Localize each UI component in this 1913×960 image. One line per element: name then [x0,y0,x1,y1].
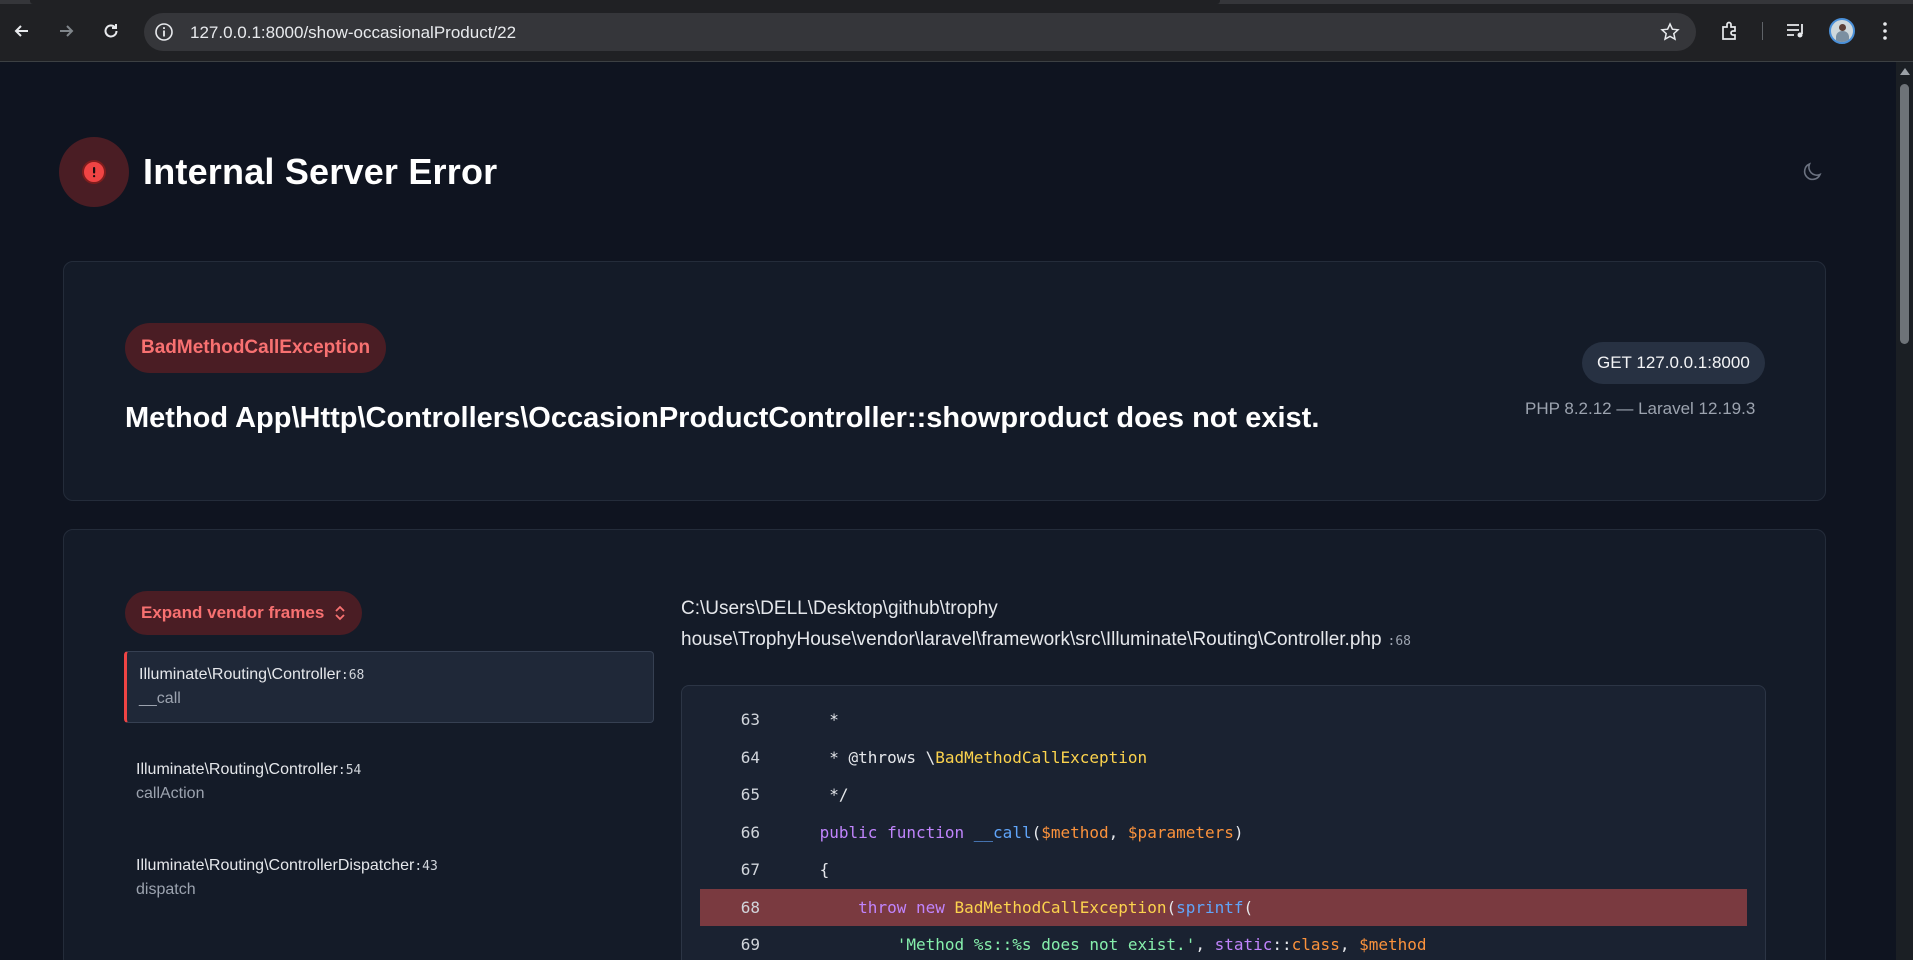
code-line: 67 { [700,851,1747,889]
exception-card: BadMethodCallException Method App\Http\C… [63,261,1826,501]
code-text: public function __call($method, $paramet… [819,822,1244,842]
file-path: C:\Users\DELL\Desktop\github\trophy hous… [681,593,1681,657]
error-header: Internal Server Error [59,137,497,207]
expand-vendor-frames-button[interactable]: Expand vendor frames [125,591,363,635]
code-text: * @throws \BadMethodCallException [810,747,1148,767]
code-text: 'Method %s::%s does not exist.', static:… [896,935,1427,955]
stack-frame[interactable]: Illuminate\Routing\Controller:68 __call [124,651,654,723]
line-number: 64 [740,747,760,767]
frame-line: :54 [337,763,362,778]
forward-button[interactable] [52,17,80,45]
line-number: 67 [740,860,760,880]
page-scrollbar[interactable] [1896,62,1913,960]
version-info: PHP 8.2.12 — Laravel 12.19.3 [1525,399,1756,418]
back-button[interactable] [8,17,36,45]
scrollbar-thumb[interactable] [1900,84,1909,344]
file-line-number: :68 [1387,634,1412,649]
code-snippet: 63 * 64 * @throws \BadMethodCallExceptio… [681,685,1766,960]
code-line: 63 * [700,701,1747,739]
frame-function: callAction [136,785,205,802]
exception-message: Method App\Http\Controllers\OccasionProd… [125,402,1320,434]
line-number: 66 [740,822,760,842]
frame-function: __call [139,690,181,707]
arrow-right-icon [60,25,74,37]
file-path-text: C:\Users\DELL\Desktop\github\trophy hous… [681,598,1382,650]
extensions-icon[interactable] [1718,19,1742,43]
media-control-icon[interactable] [1784,19,1808,43]
error-page: Internal Server Error BadMethodCallExcep… [0,62,1896,960]
code-line-highlighted: 68 throw new BadMethodCallException(spri… [700,888,1747,926]
exception-class-badge: BadMethodCallException [125,323,387,373]
frame-function: dispatch [136,881,196,898]
request-badge: GET 127.0.0.1:8000 [1582,342,1765,384]
address-bar[interactable]: 127.0.0.1:8000/show-occasionalProduct/22 [144,13,1696,51]
arrow-left-icon [14,25,28,37]
stack-frame[interactable]: Illuminate\Routing\Controller:54 callAct… [124,747,654,819]
error-icon-wrapper [59,137,129,207]
stack-trace-card: Expand vendor frames Illuminate\Routing\… [63,529,1826,960]
line-number: 68 [740,897,760,917]
stack-frame[interactable]: Illuminate\Routing\ControllerDispatcher:… [124,843,654,915]
site-info-icon[interactable] [154,22,174,42]
bookmark-star-icon[interactable] [1660,22,1680,42]
page-title: Internal Server Error [143,151,498,192]
code-text: throw new BadMethodCallException(sprintf… [858,897,1254,917]
code-line: 69 'Method %s::%s does not exist.', stat… [700,926,1747,960]
browser-toolbar: 127.0.0.1:8000/show-occasionalProduct/22 [0,0,1913,62]
code-text: { [810,860,830,880]
reload-icon [104,24,118,38]
code-line: 66 public function __call($method, $para… [700,814,1747,852]
chevron-up-down-icon [335,605,345,621]
toolbar-divider [1762,22,1763,40]
code-line: 64 * @throws \BadMethodCallException [700,739,1747,777]
code-text: * [810,710,839,730]
reload-button[interactable] [97,17,125,45]
line-number: 63 [740,710,760,730]
expand-vendor-frames-label: Expand vendor frames [141,603,325,622]
moon-icon[interactable] [1800,160,1824,184]
profile-avatar[interactable] [1829,18,1855,44]
scroll-up-arrow[interactable] [1900,68,1910,75]
more-menu-icon[interactable] [1873,19,1897,43]
frame-class: Illuminate\Routing\ControllerDispatcher [136,857,415,874]
tab-strip [0,0,1913,4]
line-number: 69 [740,935,760,955]
frame-line: :68 [340,668,365,683]
line-number: 65 [740,785,760,805]
frame-class: Illuminate\Routing\Controller [136,761,338,778]
code-text: */ [810,785,849,805]
alert-icon [82,160,106,184]
url-text[interactable]: 127.0.0.1:8000/show-occasionalProduct/22 [190,23,516,43]
frame-list: Illuminate\Routing\Controller:68 __call … [124,651,654,939]
frame-class: Illuminate\Routing\Controller [139,666,341,683]
code-line: 65 */ [700,776,1747,814]
frame-line: :43 [414,859,438,874]
